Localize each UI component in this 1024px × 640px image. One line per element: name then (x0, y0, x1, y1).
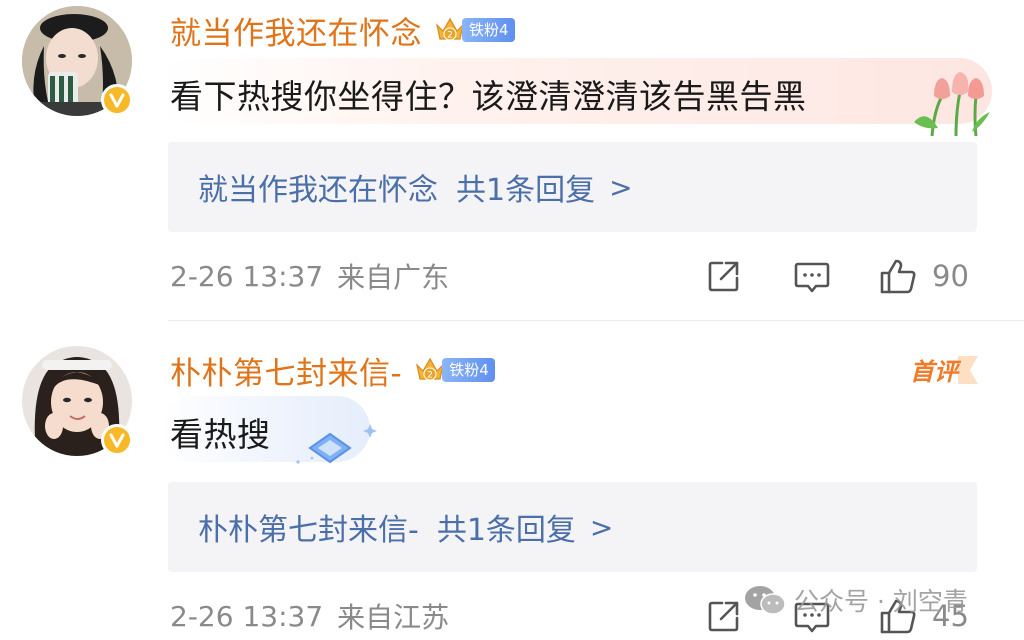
fan-level-badge[interactable]: 2 铁粉4 (434, 17, 515, 43)
verified-v-icon (101, 424, 133, 456)
reply-count[interactable]: 共1条回复 (437, 505, 576, 549)
reply-preview[interactable]: 朴朴第七封来信- 共1条回复 > (168, 482, 977, 572)
comment-location: 来自广东 (337, 261, 450, 294)
comment-location: 来自江苏 (337, 601, 450, 634)
verified-v-icon (101, 84, 133, 116)
share-button[interactable] (704, 254, 744, 298)
share-button[interactable] (704, 594, 744, 638)
username[interactable]: 朴朴第七封来信- (170, 348, 402, 393)
chevron-right-icon: > (589, 510, 614, 544)
username[interactable]: 就当作我还在怀念 (170, 8, 422, 53)
svg-text:2: 2 (447, 31, 453, 41)
comment-icon (794, 262, 830, 293)
first-comment-badge: 首评 (908, 352, 980, 388)
comment-divider (168, 320, 1024, 321)
reply-count[interactable]: 共1条回复 (456, 165, 595, 209)
like-button[interactable]: 90 (878, 254, 969, 298)
comment-date: 2-26 13:37 (170, 259, 324, 293)
reply-author[interactable]: 就当作我还在怀念 (198, 165, 438, 209)
comment-button[interactable] (792, 254, 832, 298)
chevron-right-icon: > (609, 170, 633, 204)
thumbs-up-icon (880, 259, 916, 294)
watermark-text: 公众号 · 刘空青 (794, 587, 968, 616)
fan-level-label: 铁粉4 (462, 18, 515, 42)
diamond-decoration-icon (296, 424, 377, 464)
comment-item: 就当作我还在怀念 2 铁粉4 看下热搜你坐得住？该澄清澄清该告黑告黑 就当作我还… (0, 0, 1024, 320)
comment-date: 2-26 13:37 (170, 599, 324, 633)
comment-meta: 2-26 13:37 来自广东 (170, 256, 449, 296)
wechat-icon (745, 586, 786, 615)
share-icon (708, 261, 739, 292)
svg-text:2: 2 (427, 371, 433, 381)
username-row: 朴朴第七封来信- 2 铁粉4 (170, 348, 495, 393)
comment-actions: 90 (700, 254, 990, 298)
tulip-decoration-icon (914, 72, 990, 136)
username-row: 就当作我还在怀念 2 铁粉4 (170, 8, 515, 53)
comment-text: 看热搜 (170, 415, 271, 454)
share-icon (708, 601, 739, 632)
like-count: 90 (932, 259, 969, 293)
watermark: 公众号 · 刘空青 (742, 580, 968, 620)
reply-author[interactable]: 朴朴第七封来信- (198, 505, 419, 549)
fan-level-badge[interactable]: 2 铁粉4 (414, 357, 495, 383)
fan-level-label: 铁粉4 (442, 358, 495, 382)
comment-text: 看下热搜你坐得住？该澄清澄清该告黑告黑 (170, 77, 807, 116)
reply-preview[interactable]: 就当作我还在怀念 共1条回复 > (168, 142, 977, 232)
comment-meta: 2-26 13:37 来自江苏 (170, 596, 449, 636)
